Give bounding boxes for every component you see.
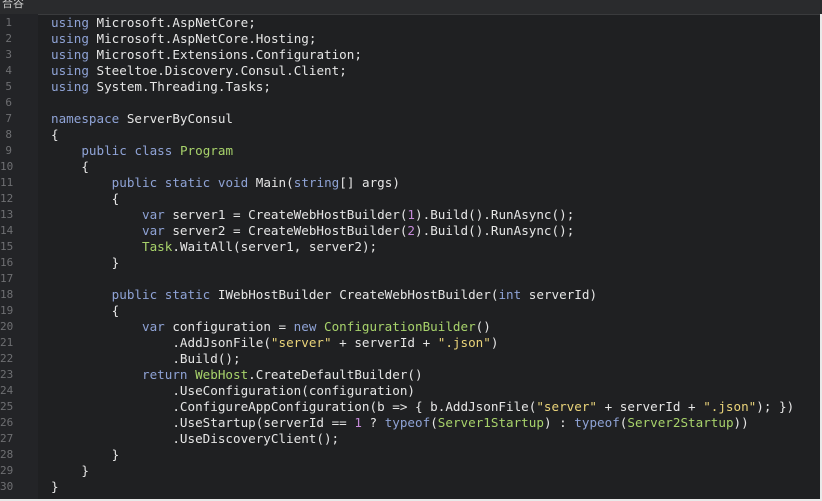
code-text: .UseStartup(serverId == 1 ? typeof(Serve…	[51, 415, 749, 430]
code-text: .AddJsonFile("server" + serverId + ".jso…	[51, 335, 499, 350]
line-number: 11	[0, 176, 14, 189]
line-number: 15	[0, 240, 14, 253]
line-number: 25	[0, 400, 14, 413]
code-line[interactable]: 12 {	[0, 191, 820, 207]
code-line[interactable]: 25 .ConfigureAppConfiguration(b => { b.A…	[0, 399, 820, 415]
code-text: .UseConfiguration(configuration)	[51, 383, 415, 398]
line-number: 27	[0, 432, 14, 445]
line-number: 16	[0, 256, 14, 269]
code-line[interactable]: 20 var configuration = new Configuration…	[0, 319, 820, 335]
code-text: {	[51, 191, 120, 206]
code-text: using Steeltoe.Discovery.Consul.Client;	[51, 63, 347, 78]
line-number: 21	[0, 336, 14, 349]
code-line[interactable]: 18 public static IWebHostBuilder CreateW…	[0, 287, 820, 303]
code-line[interactable]: 5 using System.Threading.Tasks;	[0, 79, 820, 95]
code-text: var server1 = CreateWebHostBuilder(1).Bu…	[142, 207, 575, 222]
code-text: namespace ServerByConsul	[51, 111, 233, 126]
code-line[interactable]: 16 }	[0, 255, 820, 271]
code-text: using Microsoft.Extensions.Configuration…	[51, 47, 362, 62]
line-number: 3	[5, 48, 12, 61]
code-line[interactable]: 1 using Microsoft.AspNetCore;	[0, 15, 820, 31]
line-number: 20	[0, 320, 14, 333]
line-number: 14	[0, 224, 14, 237]
line-number: 2	[5, 32, 12, 45]
code-editor[interactable]: 1 using Microsoft.AspNetCore; 2 using Micro…	[0, 14, 820, 499]
code-text: public class Program	[81, 143, 234, 158]
line-number: 22	[0, 352, 14, 365]
code-line[interactable]: 11 public static void Main(string[] args…	[0, 175, 820, 191]
line-number: 9	[5, 144, 12, 157]
tab-label[interactable]: 合谷	[2, 0, 24, 11]
window-title-bar: 合谷	[0, 0, 822, 15]
line-number: 1	[5, 16, 12, 29]
code-line[interactable]: 19 {	[0, 303, 820, 319]
code-text: using Microsoft.AspNetCore;	[51, 15, 256, 30]
code-text: public static IWebHostBuilder CreateWebH…	[111, 287, 598, 302]
code-text: {	[51, 159, 89, 174]
line-number: 13	[0, 208, 14, 221]
code-line[interactable]: 17	[0, 271, 820, 287]
line-number: 5	[5, 80, 12, 93]
code-line[interactable]: 9 public class Program	[0, 143, 820, 159]
code-line[interactable]: 3 using Microsoft.Extensions.Configuratio…	[0, 47, 820, 63]
code-text: var server2 = CreateWebHostBuilder(2).Bu…	[142, 223, 575, 238]
line-number: 23	[0, 368, 14, 381]
code-line[interactable]: 30}	[0, 479, 820, 495]
code-line[interactable]: 26 .UseStartup(serverId == 1 ? typeof(Se…	[0, 415, 820, 431]
code-text: .UseDiscoveryClient();	[51, 431, 340, 446]
code-line[interactable]: 27 .UseDiscoveryClient();	[0, 431, 820, 447]
code-text: {	[51, 303, 120, 318]
line-number: 28	[0, 448, 14, 461]
line-number: 4	[5, 64, 12, 77]
code-line[interactable]: 24 .UseConfiguration(configuration)	[0, 383, 820, 399]
code-text: public static void Main(string[] args)	[111, 175, 400, 190]
code-text: Task.WaitAll(server1, server2);	[142, 239, 378, 254]
code-text: var configuration = new ConfigurationBui…	[142, 319, 491, 334]
code-text: return WebHost.CreateDefaultBuilder()	[142, 367, 423, 382]
code-line[interactable]: 15 Task.WaitAll(server1, server2);	[0, 239, 820, 255]
code-text: }	[51, 479, 59, 494]
code-text: using System.Threading.Tasks;	[51, 79, 271, 94]
code-line[interactable]: 4 using Steeltoe.Discovery.Consul.Client;	[0, 63, 820, 79]
code-text: }	[51, 447, 120, 462]
code-line[interactable]: 23 return WebHost.CreateDefaultBuilder()	[0, 367, 820, 383]
line-number: 8	[5, 128, 12, 141]
line-number: 7	[5, 112, 12, 125]
line-number: 12	[0, 192, 14, 205]
line-number: 30	[0, 480, 14, 493]
line-number: 10	[0, 160, 14, 173]
line-number: 24	[0, 384, 14, 397]
line-number: 6	[5, 96, 12, 109]
code-text: .ConfigureAppConfiguration(b => { b.AddJ…	[51, 399, 795, 414]
code-text: {	[51, 127, 59, 142]
code-text: }	[51, 463, 89, 478]
code-text: }	[51, 255, 120, 270]
code-line[interactable]: 21 .AddJsonFile("server" + serverId + ".…	[0, 335, 820, 351]
code-line[interactable]: 13 var server1 = CreateWebHostBuilder(1)…	[0, 207, 820, 223]
code-line[interactable]: 7 namespace ServerByConsul	[0, 111, 820, 127]
line-number: 19	[0, 304, 14, 317]
code-line[interactable]: 29 }	[0, 463, 820, 479]
code-text: using Microsoft.AspNetCore.Hosting;	[51, 31, 317, 46]
line-number: 17	[0, 272, 14, 285]
code-line[interactable]: 6	[0, 95, 820, 111]
line-number: 26	[0, 416, 14, 429]
line-number: 29	[0, 464, 14, 477]
code-line[interactable]: 14 var server2 = CreateWebHostBuilder(2)…	[0, 223, 820, 239]
code-line[interactable]: 28 }	[0, 447, 820, 463]
code-line[interactable]: 2 using Microsoft.AspNetCore.Hosting;	[0, 31, 820, 47]
line-number: 18	[0, 288, 14, 301]
code-line[interactable]: 10 {	[0, 159, 820, 175]
code-line[interactable]: 22 .Build();	[0, 351, 820, 367]
code-line[interactable]: 8{	[0, 127, 820, 143]
editor-window: 合谷 1 using Microsoft.AspNetCore; 2 using Mi…	[0, 0, 822, 501]
code-text: .Build();	[51, 351, 241, 366]
